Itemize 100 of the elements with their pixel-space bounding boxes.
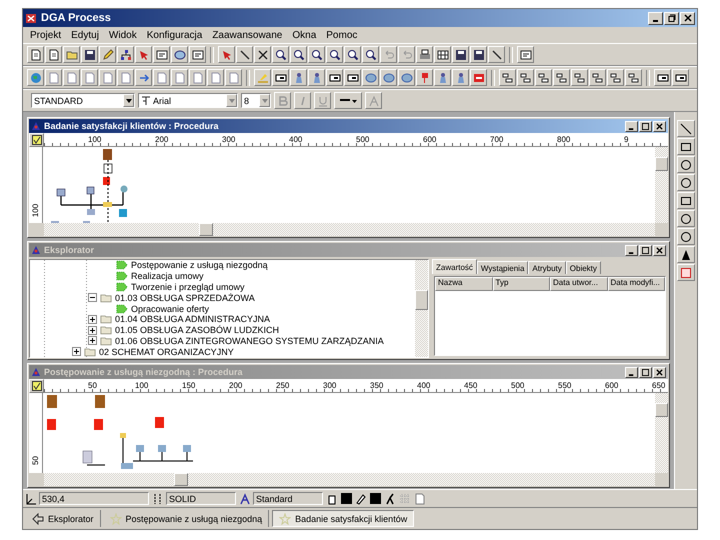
- menu-item[interactable]: Pomoc: [321, 30, 362, 40]
- line-style-button[interactable]: [334, 92, 362, 109]
- close-button[interactable]: [653, 120, 666, 132]
- tab[interactable]: Obiekty: [566, 261, 601, 274]
- toolbar-button[interactable]: [452, 69, 469, 86]
- toolbar-button[interactable]: [416, 46, 433, 63]
- expand-toggle[interactable]: [72, 347, 81, 356]
- taskbar-button[interactable]: Badanie satysfakcji klientów: [272, 510, 414, 527]
- maximize-button[interactable]: [639, 244, 652, 256]
- toolbar-button[interactable]: [81, 46, 98, 63]
- minimize-button[interactable]: [625, 244, 638, 256]
- bold-button[interactable]: [274, 92, 291, 109]
- tool-button[interactable]: [677, 138, 695, 155]
- grid-toggle-button[interactable]: [29, 379, 44, 394]
- toolbar-button[interactable]: [272, 69, 289, 86]
- toolbar-button[interactable]: [171, 46, 188, 63]
- toolbar-button[interactable]: [517, 46, 534, 63]
- style-dropdown[interactable]: STANDARD: [31, 93, 135, 108]
- column-header[interactable]: Nazwa: [435, 277, 492, 291]
- toolbar-button[interactable]: [607, 69, 624, 86]
- toolbar-button[interactable]: [45, 46, 62, 63]
- vertical-scrollbar[interactable]: [655, 393, 668, 474]
- text-color-button[interactable]: [365, 92, 382, 109]
- expand-toggle[interactable]: [88, 293, 97, 302]
- expand-toggle[interactable]: [88, 336, 97, 346]
- toolbar-button[interactable]: [117, 46, 134, 63]
- tree-item[interactable]: Realizacja umowy: [131, 271, 204, 282]
- toolbar-button[interactable]: [236, 46, 253, 63]
- expand-toggle[interactable]: [88, 314, 97, 324]
- menu-item[interactable]: Widok: [104, 30, 142, 40]
- tree-item[interactable]: 01.04 OBSŁUGA ADMINISTRACYJNA: [115, 314, 270, 324]
- toolbar-button[interactable]: [553, 69, 570, 86]
- tree-item[interactable]: 01.03 OBSŁUGA SPRZEDAŻOWA: [115, 292, 255, 303]
- toolbar-button[interactable]: [344, 46, 361, 63]
- toolbar-button[interactable]: [488, 46, 505, 63]
- toolbar-button[interactable]: [326, 69, 343, 86]
- toolbar-button[interactable]: [189, 46, 206, 63]
- toolbar-button[interactable]: [672, 69, 689, 86]
- column-header[interactable]: Typ: [492, 277, 550, 291]
- tree-item[interactable]: 02 SCHEMAT ORGANIZACYJNY: [99, 346, 234, 357]
- toolbar-button[interactable]: [254, 46, 271, 63]
- menu-item[interactable]: Zaawansowane: [207, 30, 288, 40]
- column-header[interactable]: Data modyfi...: [608, 277, 665, 291]
- minimize-button[interactable]: [625, 120, 638, 132]
- menu-item[interactable]: Okna: [287, 30, 322, 40]
- tree-item[interactable]: Tworzenie i przegląd umowy: [131, 282, 245, 292]
- minimize-button[interactable]: [648, 12, 663, 24]
- toolbar-button[interactable]: [517, 69, 534, 86]
- toolbar-button[interactable]: [362, 46, 379, 63]
- toolbar-button[interactable]: [326, 46, 343, 63]
- menu-item[interactable]: Edytuj: [66, 30, 104, 40]
- tree-item[interactable]: 01.06 OBSŁUGA ZINTEGROWANEGO SYSTEMU ZARZĄDZANIA: [115, 336, 384, 346]
- toolbar-button[interactable]: [290, 46, 307, 63]
- maximize-button[interactable]: [639, 366, 652, 378]
- toolbar-button[interactable]: [571, 69, 588, 86]
- vertical-scrollbar[interactable]: [415, 260, 428, 358]
- menu-item[interactable]: Projekt: [25, 30, 66, 40]
- maximize-button[interactable]: [639, 120, 652, 132]
- underline-button[interactable]: [314, 92, 331, 109]
- menu-item[interactable]: Konfiguracja: [142, 30, 208, 40]
- tool-button[interactable]: [677, 228, 695, 245]
- tab[interactable]: Atrybuty: [528, 261, 566, 274]
- toolbar-button[interactable]: [434, 69, 451, 86]
- tab[interactable]: Zawartość: [432, 259, 477, 274]
- tool-button[interactable]: [677, 120, 695, 137]
- toolbar-button[interactable]: [99, 46, 116, 63]
- close-button[interactable]: [653, 244, 666, 256]
- column-header[interactable]: Data utwor...: [550, 277, 608, 291]
- tool-button[interactable]: [677, 246, 695, 263]
- toolbar-button[interactable]: [434, 46, 451, 63]
- toolbar-button[interactable]: [452, 46, 469, 63]
- toolbar-button[interactable]: [344, 69, 361, 86]
- toolbar-button[interactable]: [308, 69, 325, 86]
- toolbar-button[interactable]: [470, 46, 487, 63]
- toolbar-button[interactable]: [589, 69, 606, 86]
- tree-item[interactable]: 01.05 OBSŁUGA ZASOBÓW LUDZKICH: [115, 325, 280, 336]
- expand-toggle[interactable]: [88, 326, 97, 335]
- vertical-scrollbar[interactable]: [655, 147, 668, 223]
- toolbar-button[interactable]: [153, 46, 170, 63]
- toolbar-button[interactable]: [499, 69, 516, 86]
- toolbar-button[interactable]: [272, 46, 289, 63]
- toolbar-button[interactable]: [535, 69, 552, 86]
- toolbar-button[interactable]: [654, 69, 671, 86]
- toolbar-button[interactable]: [27, 46, 44, 63]
- tool-button[interactable]: [677, 156, 695, 173]
- font-size-dropdown[interactable]: 8: [241, 93, 271, 108]
- tree-item[interactable]: Postępowanie z usługą niezgodną: [131, 260, 268, 270]
- minimize-button[interactable]: [625, 366, 638, 378]
- grid-toggle-button[interactable]: [29, 133, 44, 147]
- close-button[interactable]: [680, 12, 695, 24]
- tool-button[interactable]: [677, 210, 695, 227]
- toolbar-button[interactable]: [290, 69, 307, 86]
- tool-button[interactable]: [677, 192, 695, 209]
- tree-item[interactable]: Opracowanie oferty: [131, 304, 210, 314]
- toolbar-button[interactable]: [625, 69, 642, 86]
- restore-button[interactable]: [664, 12, 679, 24]
- close-button[interactable]: [653, 366, 666, 378]
- font-dropdown[interactable]: Arial: [138, 93, 238, 108]
- tab[interactable]: Wystąpienia: [476, 261, 528, 274]
- horizontal-scrollbar[interactable]: [44, 473, 655, 486]
